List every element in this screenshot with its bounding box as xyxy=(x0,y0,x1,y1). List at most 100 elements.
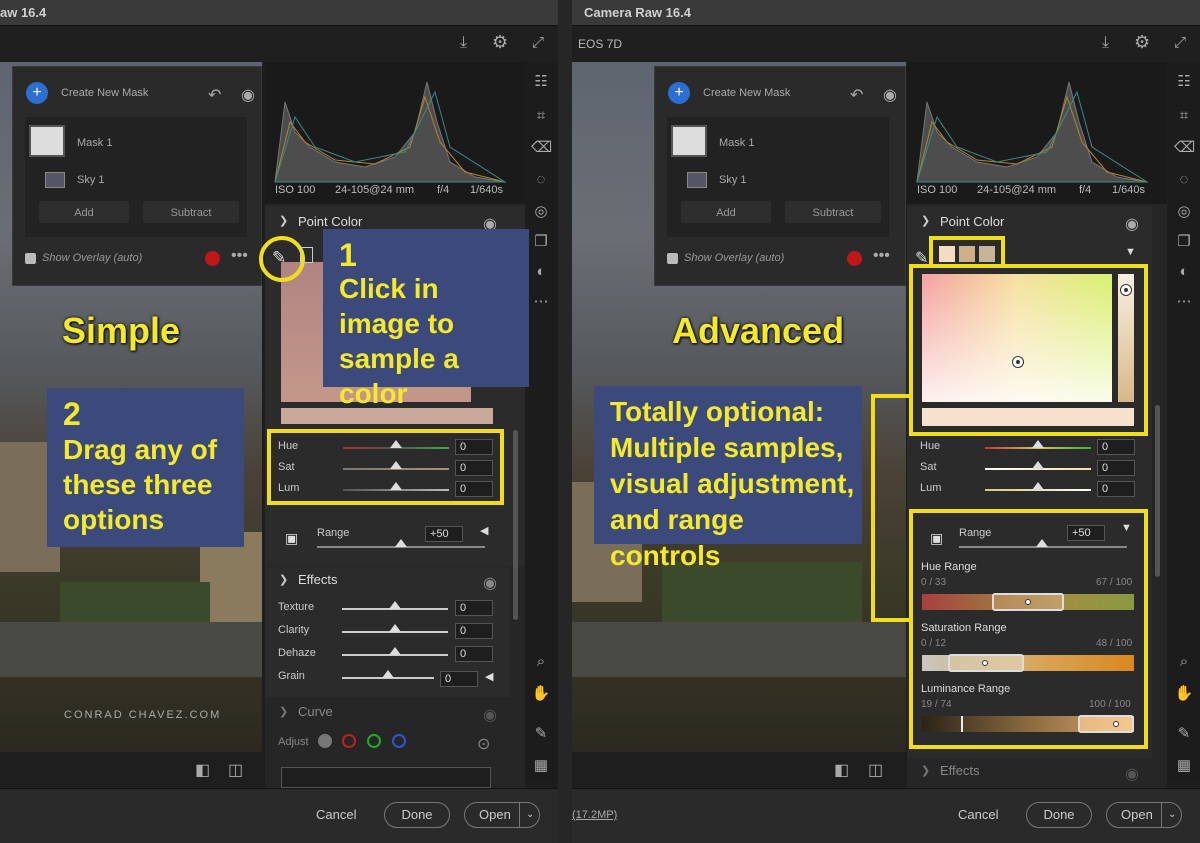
hand-icon[interactable]: ✋ xyxy=(531,684,551,704)
color-swatch-3[interactable] xyxy=(979,246,995,262)
cancel-button[interactable]: Cancel xyxy=(958,807,998,822)
texture-thumb[interactable] xyxy=(389,601,401,609)
zoom-icon[interactable]: ⌕ xyxy=(1174,652,1194,672)
lum-range-tick[interactable] xyxy=(961,716,963,732)
compare-icon[interactable]: ◧ xyxy=(195,760,210,780)
save-icon[interactable]: ⤓ xyxy=(460,34,467,52)
subtract-button[interactable]: Subtract xyxy=(143,201,239,223)
chevron-down-icon[interactable]: ❯ xyxy=(921,764,930,777)
sliders-icon[interactable]: ☷ xyxy=(531,72,551,92)
overlay-checkbox[interactable] xyxy=(667,253,678,264)
eraser-icon[interactable]: ⌫ xyxy=(1174,138,1195,158)
grain-value[interactable]: 0 xyxy=(440,671,478,687)
eye-icon[interactable]: ◉ xyxy=(483,573,497,593)
crop-icon[interactable]: ⌗ xyxy=(1174,106,1194,126)
chevron-down-icon[interactable]: ❯ xyxy=(279,573,288,586)
effects-header[interactable]: Effects xyxy=(298,572,338,596)
undo-icon[interactable]: ↶ xyxy=(850,85,863,105)
mask-item-1[interactable]: Mask 1 xyxy=(719,137,754,149)
done-button[interactable]: Done xyxy=(384,802,450,828)
crop-icon[interactable]: ⌗ xyxy=(531,106,551,126)
swatch-expand-icon[interactable]: ▼ xyxy=(1125,246,1136,258)
chevron-down-icon[interactable]: ❯ xyxy=(921,214,930,227)
eye-icon[interactable]: ◉ xyxy=(1125,214,1139,234)
lum-range-handle[interactable] xyxy=(1078,715,1134,733)
color-swatch-1[interactable] xyxy=(939,246,955,262)
curve-graph[interactable] xyxy=(281,767,491,788)
eye-icon[interactable]: ◉ xyxy=(883,85,897,105)
compare-icon[interactable]: ◧ xyxy=(834,760,849,780)
undo-icon[interactable]: ↶ xyxy=(208,85,221,105)
cancel-button[interactable]: Cancel xyxy=(316,807,356,822)
lum-thumb[interactable] xyxy=(1032,482,1044,490)
grid-icon[interactable]: ▦ xyxy=(531,756,551,776)
mask-item-2[interactable]: Sky 1 xyxy=(719,174,747,186)
hue-value[interactable]: 0 xyxy=(1097,439,1135,455)
target-adjust-icon[interactable]: ⊙ xyxy=(477,734,490,754)
range-thumb[interactable] xyxy=(1036,539,1048,547)
snapshot-icon[interactable]: ◐ xyxy=(1174,262,1194,282)
add-button[interactable]: Add xyxy=(681,201,771,223)
grain-thumb[interactable] xyxy=(382,670,394,678)
redeye-icon[interactable]: ◎ xyxy=(531,202,551,222)
curve-header[interactable]: Curve xyxy=(298,704,333,728)
sampler-icon[interactable]: ✎ xyxy=(531,724,551,744)
panel-scrollbar[interactable] xyxy=(513,430,518,620)
sat-thumb[interactable] xyxy=(1032,461,1044,469)
eyedropper-icon[interactable]: ✎ xyxy=(272,248,286,268)
create-mask-button[interactable]: + xyxy=(26,82,48,104)
fullscreen-icon[interactable]: ⤢ xyxy=(1174,34,1186,51)
chevron-down-icon[interactable]: ⌄ xyxy=(519,803,534,827)
create-mask-button[interactable]: + xyxy=(668,82,690,104)
fullscreen-icon[interactable]: ⤢ xyxy=(532,34,544,51)
mask-thumbnail[interactable] xyxy=(29,125,65,157)
texture-value[interactable]: 0 xyxy=(455,600,493,616)
masking-icon[interactable]: ◌ xyxy=(1174,170,1194,190)
range-value[interactable]: +50 xyxy=(425,526,463,542)
grid-icon[interactable]: ▦ xyxy=(1174,756,1194,776)
sky-thumbnail[interactable] xyxy=(687,172,707,188)
more-tools-icon[interactable]: ⋯ xyxy=(1174,292,1194,312)
split-view-icon[interactable]: ◫ xyxy=(868,760,883,780)
point-color-header[interactable]: Point Color xyxy=(940,214,1004,238)
panel-scrollbar[interactable] xyxy=(1155,405,1160,577)
hand-icon[interactable]: ✋ xyxy=(1174,684,1194,704)
eye-icon[interactable]: ◉ xyxy=(241,85,255,105)
chevron-down-icon[interactable]: ❯ xyxy=(279,214,288,227)
subtract-button[interactable]: Subtract xyxy=(785,201,881,223)
chevron-down-icon[interactable]: ⌄ xyxy=(1161,803,1176,827)
sampler-icon[interactable]: ✎ xyxy=(1174,724,1194,744)
overlay-checkbox[interactable] xyxy=(25,253,36,264)
range-expand-icon[interactable]: ◀ xyxy=(480,524,488,537)
chevron-down-icon[interactable]: ❯ xyxy=(279,705,288,718)
luminance-marker[interactable] xyxy=(1120,284,1132,296)
more-tools-icon[interactable]: ⋯ xyxy=(531,292,551,312)
hue-thumb[interactable] xyxy=(1032,440,1044,448)
hue-range-dot[interactable] xyxy=(1025,599,1031,605)
lum-range-dot[interactable] xyxy=(1113,721,1119,727)
masking-icon[interactable]: ◌ xyxy=(531,170,551,190)
range-mask-icon[interactable]: ▣ xyxy=(285,530,298,547)
clarity-thumb[interactable] xyxy=(389,624,401,632)
presets-icon[interactable]: ❐ xyxy=(531,232,551,252)
presets-icon[interactable]: ❐ xyxy=(1174,232,1194,252)
redeye-icon[interactable]: ◎ xyxy=(1174,202,1194,222)
sample-toggle-icon[interactable] xyxy=(300,247,313,263)
overlay-color-swatch[interactable] xyxy=(205,251,220,266)
dehaze-value[interactable]: 0 xyxy=(455,646,493,662)
add-button[interactable]: Add xyxy=(39,201,129,223)
done-button[interactable]: Done xyxy=(1026,802,1092,828)
luminance-strip[interactable] xyxy=(1118,274,1134,402)
open-button[interactable]: Open ⌄ xyxy=(1106,802,1182,828)
sat-range-dot[interactable] xyxy=(982,660,988,666)
grain-expand-icon[interactable]: ◀ xyxy=(485,670,493,683)
range-collapse-icon[interactable]: ▼ xyxy=(1121,522,1132,534)
mask-thumbnail[interactable] xyxy=(671,125,707,157)
color-field[interactable] xyxy=(922,274,1112,402)
mask-item-1[interactable]: Mask 1 xyxy=(77,137,112,149)
zoom-icon[interactable]: ⌕ xyxy=(531,652,551,672)
curve-blue-channel[interactable] xyxy=(392,734,406,748)
effects-header[interactable]: Effects xyxy=(940,763,980,787)
curve-red-channel[interactable] xyxy=(342,734,356,748)
range-mask-icon[interactable]: ▣ xyxy=(930,530,943,547)
